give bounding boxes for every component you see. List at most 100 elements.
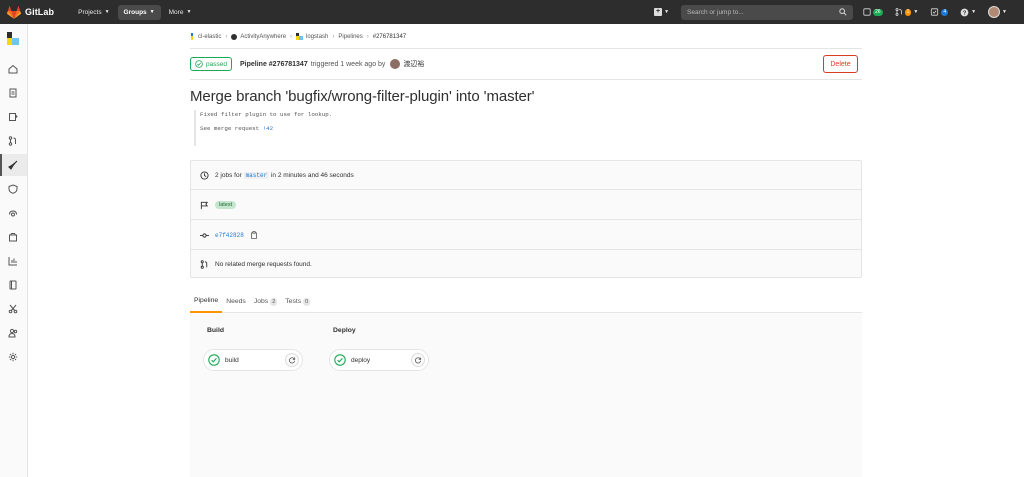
- tab-jobs[interactable]: Jobs 2: [250, 290, 281, 313]
- subgroup-icon: [231, 33, 238, 40]
- breadcrumb-pipelines[interactable]: Pipelines: [338, 34, 362, 40]
- new-item-dropdown[interactable]: + ▼: [654, 8, 669, 16]
- snippets-icon[interactable]: [8, 304, 18, 314]
- clipboard-icon[interactable]: [250, 231, 258, 239]
- badges-row: latest: [191, 191, 861, 220]
- gitlab-logo-text: GitLab: [25, 7, 55, 17]
- chevron-down-icon: ▼: [149, 9, 155, 15]
- issues-icon: [863, 8, 871, 16]
- search-input[interactable]: Search or jump to...: [681, 4, 854, 20]
- nav-projects-label: Projects: [78, 8, 102, 16]
- tab-tests-label: Tests: [285, 298, 302, 305]
- chevron-down-icon: ▼: [664, 9, 670, 15]
- status-success-icon: [195, 60, 203, 68]
- issues-counter[interactable]: 26: [863, 8, 883, 16]
- left-sidebar: [0, 24, 28, 477]
- status-badge[interactable]: passed: [190, 57, 232, 71]
- breadcrumb-project[interactable]: logstash: [306, 34, 328, 40]
- todos-counter[interactable]: 4: [930, 8, 949, 16]
- job-build[interactable]: build: [203, 349, 303, 371]
- pipeline-info-card: 2 jobs for master in 2 minutes and 46 se…: [190, 160, 862, 278]
- latest-badge: latest: [215, 201, 237, 209]
- search-icon: [839, 8, 847, 16]
- tab-pipeline[interactable]: Pipeline: [190, 290, 223, 313]
- job-deploy-name: deploy: [351, 356, 371, 364]
- status-text: passed: [206, 60, 227, 68]
- pipeline-commit-title: Merge branch 'bugfix/wrong-filter-plugin…: [190, 88, 535, 105]
- merge-requests-row: No related merge requests found.: [191, 251, 861, 278]
- home-icon[interactable]: [8, 64, 18, 74]
- svg-text:?: ?: [963, 10, 967, 16]
- merge-request-icon: [895, 8, 902, 16]
- todo-count-badge: 4: [941, 8, 949, 16]
- chevron-right-icon: ›: [366, 33, 369, 40]
- settings-icon[interactable]: [8, 352, 18, 362]
- merge-request-icon[interactable]: [8, 136, 18, 146]
- flag-icon: [200, 201, 209, 209]
- jobs-prefix: 2 jobs for: [215, 171, 242, 179]
- nav-more[interactable]: More ▼: [163, 5, 198, 20]
- breadcrumb-subgroup[interactable]: ActivityAnywhere: [240, 34, 286, 40]
- no-merge-requests-text: No related merge requests found.: [215, 261, 312, 268]
- job-deploy[interactable]: deploy: [329, 349, 429, 371]
- user-menu[interactable]: ▼: [988, 6, 1007, 18]
- pipeline-id: Pipeline #276781347: [240, 60, 308, 68]
- chevron-down-icon: ▼: [913, 9, 919, 15]
- description-mr-prefix: See merge request: [200, 125, 260, 132]
- top-navbar: GitLab Projects ▼ Groups ▼ More ▼ + ▼ Se…: [0, 0, 1024, 24]
- tab-needs[interactable]: Needs: [222, 290, 250, 313]
- retry-button[interactable]: [411, 353, 425, 367]
- description-line-2: See merge request !42: [200, 124, 332, 134]
- rocket-icon[interactable]: [8, 160, 18, 170]
- breadcrumb-group[interactable]: cl-elastic: [198, 34, 221, 40]
- chevron-down-icon: ▼: [971, 9, 977, 15]
- stage-deploy-title: Deploy: [333, 327, 356, 334]
- merge-request-icon: [200, 260, 208, 269]
- status-success-icon: [208, 354, 220, 366]
- nav-more-label: More: [168, 8, 184, 16]
- retry-button[interactable]: [285, 353, 299, 367]
- wiki-icon[interactable]: [8, 280, 18, 290]
- branch-ref[interactable]: master: [243, 171, 270, 179]
- delete-button[interactable]: Delete: [823, 55, 858, 73]
- breadcrumb-divider: [190, 48, 862, 49]
- breadcrumb: cl-elastic › ActivityAnywhere › logstash…: [190, 33, 406, 40]
- tab-tests[interactable]: Tests 0: [281, 290, 314, 313]
- issues-count-badge: 26: [873, 8, 883, 16]
- repository-icon[interactable]: [8, 88, 18, 98]
- shield-icon[interactable]: [8, 184, 18, 194]
- gitlab-logo[interactable]: GitLab: [7, 5, 55, 19]
- jobs-summary-row: 2 jobs for master in 2 minutes and 46 se…: [191, 161, 861, 190]
- gitlab-tanuki-icon: [7, 5, 21, 19]
- nav-groups[interactable]: Groups ▼: [117, 4, 161, 20]
- search-placeholder: Search or jump to...: [687, 8, 744, 16]
- plus-square-icon: +: [654, 8, 663, 16]
- chevron-down-icon: ▼: [1002, 9, 1007, 15]
- user-avatar: [988, 6, 1001, 18]
- chevron-down-icon: ▼: [186, 9, 192, 15]
- retry-icon: [289, 357, 296, 364]
- operations-icon[interactable]: [8, 208, 18, 218]
- packages-icon[interactable]: [8, 232, 18, 242]
- nav-projects[interactable]: Projects ▼: [72, 5, 115, 20]
- commit-sha-link[interactable]: e7f42828: [215, 232, 244, 239]
- members-icon[interactable]: [8, 328, 18, 338]
- merge-requests-counter[interactable]: 1 ▼: [895, 8, 919, 16]
- retry-icon: [415, 357, 422, 364]
- jobs-suffix: in 2 minutes and 46 seconds: [270, 171, 354, 179]
- help-icon: ?: [960, 8, 969, 16]
- user-avatar[interactable]: [390, 59, 401, 69]
- merge-request-link[interactable]: !42: [263, 125, 273, 132]
- analytics-icon[interactable]: [8, 256, 18, 266]
- breadcrumb-current: #276781347: [372, 33, 407, 40]
- description-line-1: Fixed filter plugin to use for lookup.: [200, 111, 333, 118]
- mr-count-badge: 1: [904, 8, 912, 16]
- jobs-count-badge: 2: [270, 297, 278, 306]
- status-success-icon: [334, 354, 346, 366]
- trigger-user[interactable]: 渡辺裕: [403, 59, 424, 69]
- commit-icon: [200, 232, 209, 238]
- issues-icon[interactable]: [8, 112, 18, 122]
- tests-count-badge: 0: [303, 297, 311, 306]
- help-dropdown[interactable]: ? ▼: [960, 8, 976, 17]
- project-avatar-icon[interactable]: [7, 32, 19, 45]
